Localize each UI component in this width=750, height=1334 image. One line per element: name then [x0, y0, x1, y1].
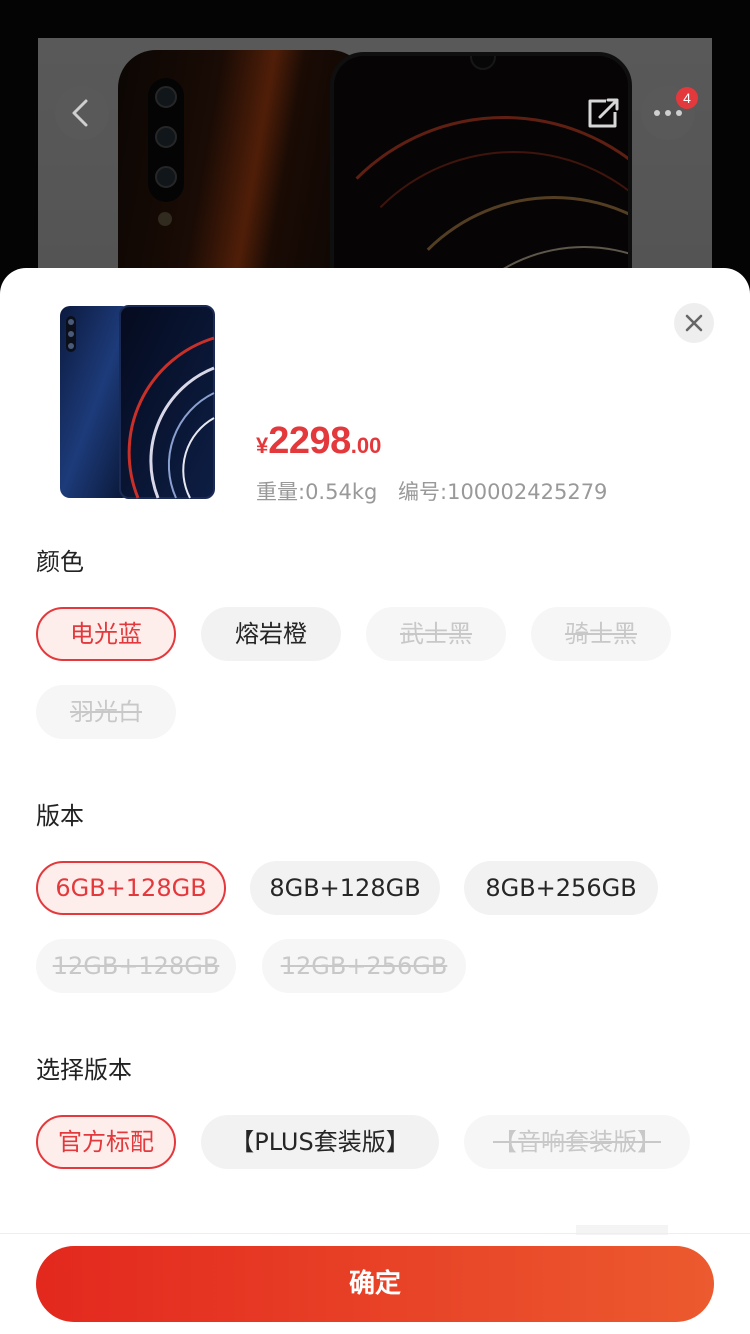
cart-count-badge: 4	[676, 87, 698, 109]
share-icon	[588, 98, 619, 128]
close-icon	[685, 314, 703, 332]
color-option: 羽光白	[36, 685, 176, 739]
price-decimal: .00	[350, 433, 382, 458]
color-option: 骑士黑	[531, 607, 671, 661]
share-button[interactable]	[578, 88, 628, 138]
chevron-left-icon	[72, 99, 88, 127]
price-integer: 2298	[268, 420, 351, 462]
price-currency: ¥	[256, 433, 269, 458]
edition-option: 12GB+256GB	[262, 939, 466, 993]
product-sku: 编号:100002425279	[398, 480, 608, 504]
package-option: 【音响套装版】	[464, 1115, 690, 1169]
package-section-title: 选择版本	[36, 1056, 132, 1084]
color-option[interactable]: 熔岩橙	[201, 607, 341, 661]
package-option[interactable]: 【PLUS套装版】	[201, 1115, 439, 1169]
edition-option[interactable]: 8GB+256GB	[464, 861, 658, 915]
package-option[interactable]: 官方标配	[36, 1115, 176, 1169]
confirm-button[interactable]: 确定	[36, 1246, 714, 1322]
edition-option[interactable]: 8GB+128GB	[250, 861, 440, 915]
color-option[interactable]: 电光蓝	[36, 607, 176, 661]
back-button[interactable]	[55, 86, 109, 140]
spec-selector-sheet: ¥2298.00 重量:0.54kg 编号:100002425279 颜色 电光…	[0, 268, 750, 1334]
edition-section-title: 版本	[36, 802, 84, 830]
close-button[interactable]	[674, 303, 714, 343]
color-section-title: 颜色	[36, 548, 84, 576]
product-price: ¥2298.00	[256, 420, 381, 463]
product-meta: 重量:0.54kg 编号:100002425279	[256, 476, 607, 506]
edition-option: 12GB+128GB	[36, 939, 236, 993]
color-option: 武士黑	[366, 607, 506, 661]
edition-option[interactable]: 6GB+128GB	[36, 861, 226, 915]
product-thumbnail	[60, 305, 215, 499]
product-weight: 重量:0.54kg	[256, 480, 378, 504]
footer-divider	[0, 1233, 750, 1234]
